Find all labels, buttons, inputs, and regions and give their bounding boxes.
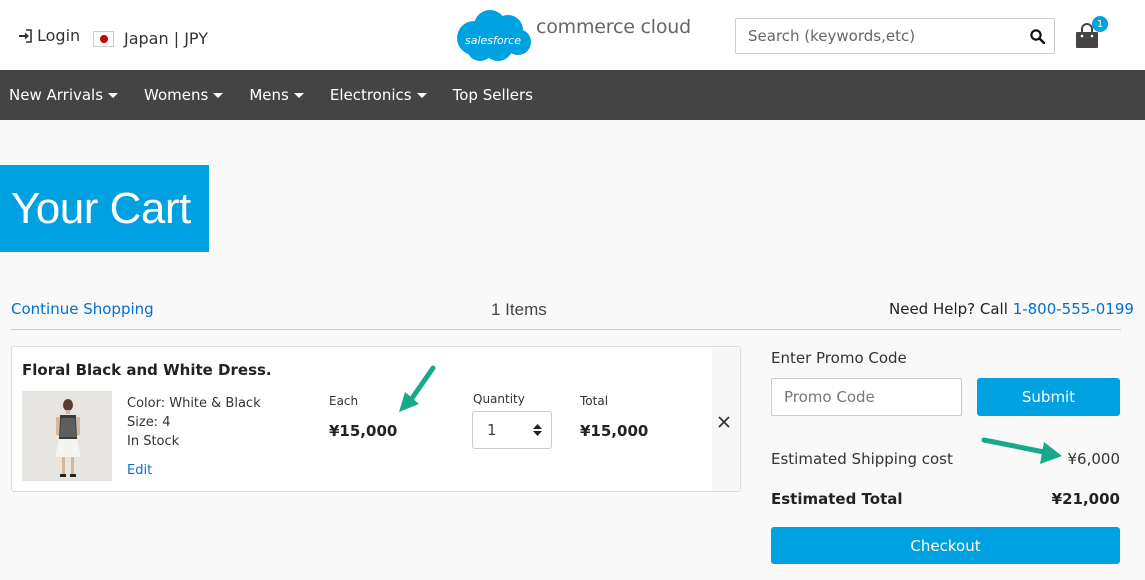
nav-label: Electronics	[329, 86, 412, 104]
each-price: ¥15,000	[329, 422, 398, 440]
help-label: Need Help? Call	[889, 300, 1008, 318]
divider	[11, 329, 1121, 330]
search-icon	[1029, 28, 1045, 44]
estimated-total-label: Estimated Total	[771, 490, 903, 508]
shipping-cost-value: ¥6,000	[1067, 450, 1121, 468]
help-phone-link[interactable]: 1-800-555-0199	[1013, 300, 1134, 318]
product-stock: In Stock	[127, 434, 180, 449]
total-label: Total	[580, 394, 609, 408]
product-color: Color: White & Black	[127, 396, 261, 411]
caret-down-icon	[293, 92, 304, 98]
salesforce-cloud-logo: salesforce	[457, 10, 531, 61]
line-total-price: ¥15,000	[580, 422, 649, 440]
edit-product-link[interactable]: Edit	[127, 463, 152, 478]
each-label: Each	[329, 394, 359, 408]
page-title-banner: Your Cart	[0, 165, 209, 252]
nav-label: Top Sellers	[452, 86, 533, 104]
product-name[interactable]: Floral Black and White Dress.	[22, 361, 272, 379]
sign-in-icon	[19, 28, 32, 43]
nav-label: New Arrivals	[9, 86, 104, 104]
caret-down-icon	[213, 92, 224, 98]
site-logo[interactable]: salesforce commerce cloud	[452, 8, 691, 64]
japan-flag-icon	[93, 30, 114, 47]
logo-brand-text: salesforce	[465, 34, 521, 47]
shipping-cost-label: Estimated Shipping cost	[771, 450, 953, 468]
caret-down-icon	[416, 92, 427, 98]
login-link[interactable]: Login	[18, 26, 80, 45]
close-icon	[718, 416, 730, 428]
locale-selector[interactable]: Japan | JPY	[93, 29, 208, 48]
sort-arrows-icon	[533, 424, 542, 436]
product-size: Size: 4	[127, 415, 171, 430]
cart-items-count: 1 Items	[491, 300, 547, 319]
promo-submit-button[interactable]: Submit	[977, 378, 1120, 416]
minicart-button[interactable]: 1	[1074, 16, 1110, 50]
caret-down-icon	[108, 92, 119, 98]
site-header: Login Japan | JPY salesforce commerce cl…	[0, 0, 1145, 70]
search-button[interactable]	[1020, 19, 1054, 53]
search-input[interactable]	[736, 19, 1020, 53]
nav-item-mens[interactable]: Mens	[249, 86, 304, 104]
cart-line-item: Floral Black and White Dress. Color: Whi…	[11, 346, 741, 492]
quantity-select[interactable]: 1	[472, 411, 552, 449]
estimated-total-value: ¥21,000	[1051, 490, 1120, 508]
checkout-button[interactable]: Checkout	[771, 527, 1120, 564]
nav-item-womens[interactable]: Womens	[144, 86, 224, 104]
promo-code-label: Enter Promo Code	[771, 349, 907, 367]
nav-label: Womens	[144, 86, 209, 104]
remove-item-button[interactable]	[718, 411, 730, 431]
page-title: Your Cart	[11, 183, 191, 233]
quantity-label: Quantity	[473, 392, 525, 406]
quantity-value: 1	[487, 421, 497, 439]
locale-label: Japan | JPY	[124, 29, 208, 48]
promo-code-input[interactable]	[771, 378, 962, 416]
login-label: Login	[37, 26, 81, 45]
nav-item-electronics[interactable]: Electronics	[330, 86, 427, 104]
dress-model-image	[22, 391, 112, 481]
logo-text: commerce cloud	[536, 16, 691, 38]
search-box	[735, 18, 1055, 54]
main-navigation: New Arrivals Womens Mens Electronics Top…	[0, 70, 1145, 120]
nav-item-new-arrivals[interactable]: New Arrivals	[9, 86, 119, 104]
product-image[interactable]	[22, 391, 112, 481]
nav-label: Mens	[249, 86, 289, 104]
help-text: Need Help? Call 1-800-555-0199	[889, 300, 1134, 318]
continue-shopping-link[interactable]: Continue Shopping	[11, 300, 154, 318]
cart-count-badge: 1	[1092, 16, 1108, 32]
nav-item-top-sellers[interactable]: Top Sellers	[453, 86, 533, 104]
product-attributes: Color: White & Black Size: 4 In Stock	[127, 394, 261, 451]
annotation-arrow-icon	[981, 437, 1062, 464]
